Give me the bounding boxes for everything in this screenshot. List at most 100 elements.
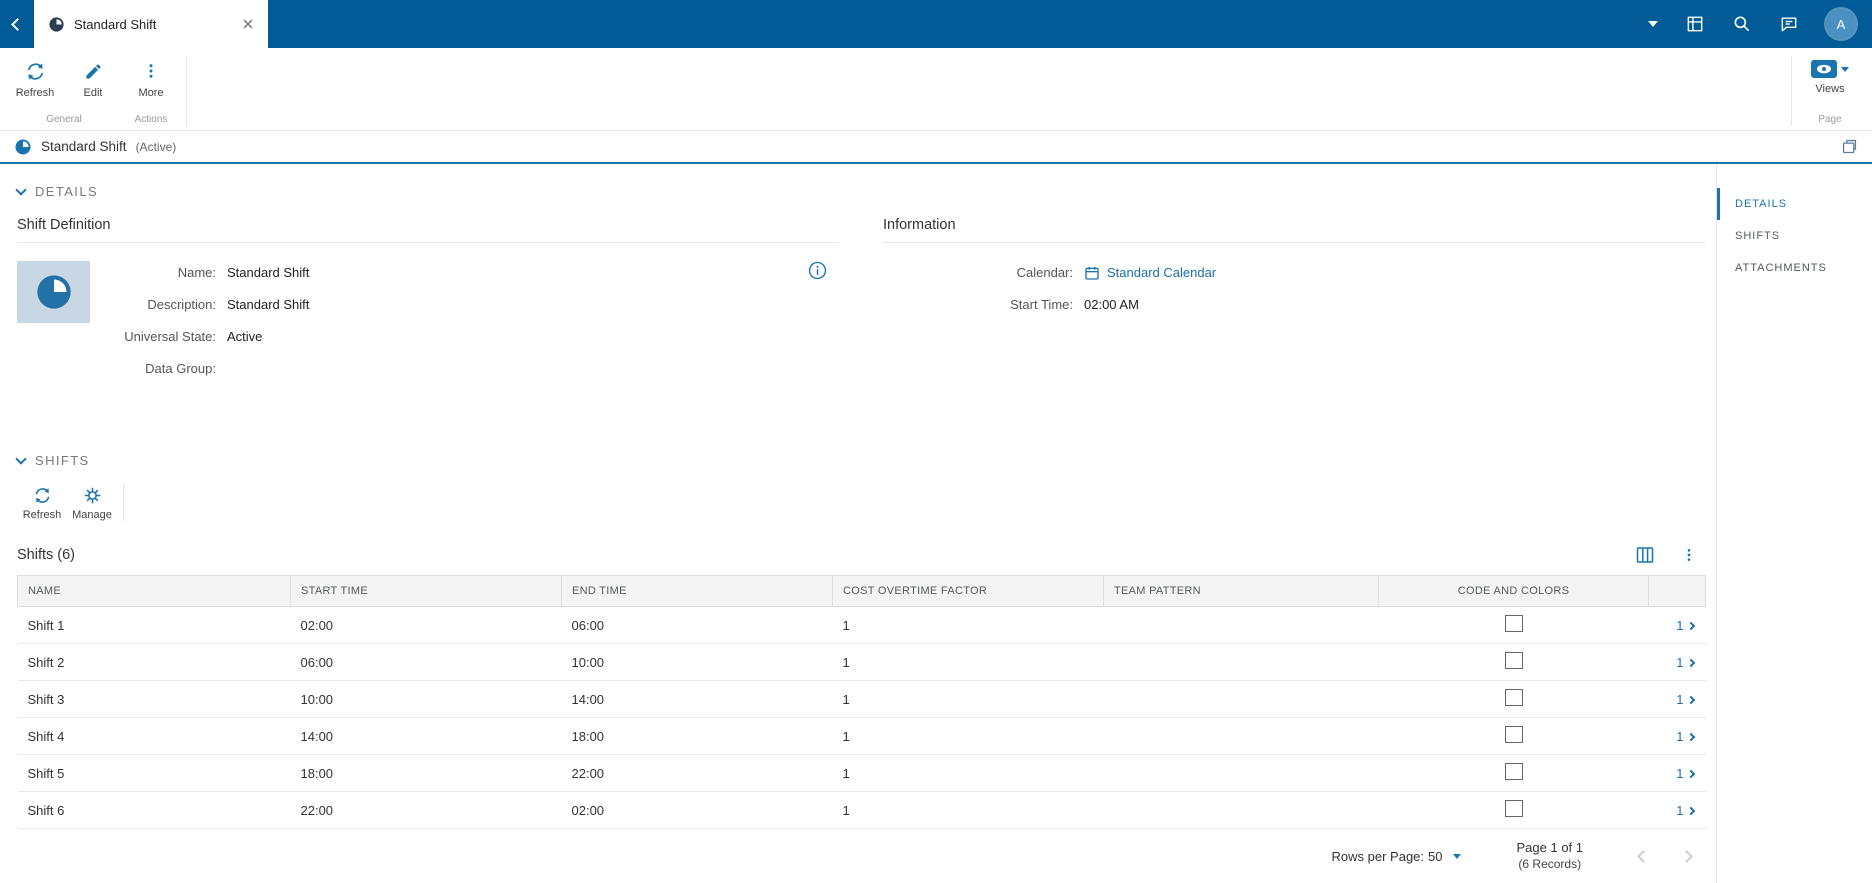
avatar[interactable]: A — [1826, 9, 1856, 39]
column-header-actions — [1649, 576, 1706, 607]
rows-per-page-label: Rows per Page: — [1332, 849, 1425, 864]
refresh-button[interactable]: Refresh — [6, 54, 64, 111]
ribbon-group-page: Views Page — [1798, 54, 1862, 130]
shifts-toolbar: Refresh Manage — [17, 484, 1706, 521]
cell-start-time: 02:00 — [291, 607, 562, 644]
details-section-header[interactable]: DETAILS — [17, 184, 1706, 199]
back-button[interactable] — [0, 0, 34, 48]
cell-name: Shift 2 — [18, 644, 291, 681]
apps-icon[interactable] — [1685, 14, 1705, 34]
data-group-label: Data Group: — [116, 359, 216, 379]
column-header-start-time[interactable]: START TIME — [291, 576, 562, 607]
sidebar-item-details[interactable]: DETAILS — [1717, 188, 1872, 220]
eye-icon — [1811, 60, 1837, 78]
table-row: Shift 518:0022:0011 — [18, 755, 1706, 792]
shift-icon — [14, 138, 32, 156]
more-button[interactable]: More — [122, 54, 180, 111]
record-image — [17, 261, 90, 323]
records-info: (6 Records) — [1517, 856, 1584, 873]
chat-icon[interactable] — [1779, 14, 1799, 34]
chevron-right-icon — [1686, 769, 1694, 777]
row-open-link[interactable]: 1 — [1649, 644, 1706, 681]
shifts-section-title: SHIFTS — [35, 453, 90, 468]
cell-code-and-colors — [1379, 792, 1649, 829]
sidebar-item-attachments[interactable]: ATTACHMENTS — [1717, 252, 1872, 284]
prev-page-button[interactable] — [1637, 850, 1650, 863]
tab-standard-shift[interactable]: Standard Shift — [34, 0, 268, 48]
row-open-link[interactable]: 1 — [1649, 607, 1706, 644]
sidebar-item-shifts[interactable]: SHIFTS — [1717, 220, 1872, 252]
cell-end-time: 02:00 — [562, 792, 833, 829]
chevron-right-icon — [1686, 695, 1694, 703]
cell-code-and-colors — [1379, 681, 1649, 718]
cell-code-and-colors — [1379, 755, 1649, 792]
cell-team-pattern — [1104, 607, 1379, 644]
cell-code-and-colors — [1379, 718, 1649, 755]
next-page-button[interactable] — [1680, 850, 1693, 863]
name-label: Name: — [116, 263, 216, 283]
calendar-link[interactable]: Standard Calendar — [1107, 263, 1216, 283]
cell-cost-overtime-factor: 1 — [833, 755, 1104, 792]
cell-code-and-colors — [1379, 607, 1649, 644]
row-open-link[interactable]: 1 — [1649, 755, 1706, 792]
column-header-name[interactable]: NAME — [18, 576, 291, 607]
edit-button[interactable]: Edit — [64, 54, 122, 111]
shifts-refresh-label: Refresh — [23, 509, 62, 521]
info-icon[interactable] — [808, 261, 827, 283]
column-header-team-pattern[interactable]: TEAM PATTERN — [1104, 576, 1379, 607]
shifts-section-header[interactable]: SHIFTS — [17, 453, 1706, 468]
chevron-right-icon — [1686, 621, 1694, 629]
row-open-link[interactable]: 1 — [1649, 792, 1706, 829]
color-box[interactable] — [1505, 652, 1523, 669]
ribbon-separator — [1791, 56, 1792, 126]
views-button-label: Views — [1815, 83, 1844, 95]
ribbon-separator — [186, 56, 187, 126]
cell-team-pattern — [1104, 681, 1379, 718]
cell-cost-overtime-factor: 1 — [833, 607, 1104, 644]
shifts-table: NAME START TIME END TIME COST OVERTIME F… — [17, 575, 1706, 829]
row-open-link[interactable]: 1 — [1649, 718, 1706, 755]
column-header-end-time[interactable]: END TIME — [562, 576, 833, 607]
cell-team-pattern — [1104, 644, 1379, 681]
start-time-label: Start Time: — [883, 295, 1073, 315]
manage-button[interactable]: Manage — [67, 484, 117, 521]
chevron-left-icon — [11, 18, 24, 31]
color-box[interactable] — [1505, 726, 1523, 743]
ribbon-group-caption-page: Page — [1798, 111, 1862, 130]
cell-team-pattern — [1104, 718, 1379, 755]
chevron-right-icon — [1686, 806, 1694, 814]
calendar-icon — [1084, 265, 1100, 281]
shift-icon — [48, 16, 65, 33]
search-icon[interactable] — [1732, 14, 1752, 34]
cell-start-time: 10:00 — [291, 681, 562, 718]
main-panel: DETAILS Shift Definition Name: Standard … — [0, 164, 1716, 883]
chevron-down-icon[interactable] — [1648, 21, 1658, 27]
color-box[interactable] — [1505, 800, 1523, 817]
more-button-label: More — [138, 87, 163, 99]
restore-icon[interactable] — [1841, 138, 1858, 155]
close-icon[interactable] — [242, 18, 254, 30]
chevron-down-icon — [1453, 854, 1461, 859]
table-more-icon[interactable] — [1681, 547, 1697, 563]
toolbar-separator — [123, 484, 124, 521]
column-header-code-and-colors[interactable]: CODE AND COLORS — [1379, 576, 1649, 607]
cell-cost-overtime-factor: 1 — [833, 792, 1104, 829]
calendar-label: Calendar: — [883, 263, 1073, 283]
column-header-cost-overtime-factor[interactable]: COST OVERTIME FACTOR — [833, 576, 1104, 607]
views-button[interactable]: Views — [1798, 54, 1862, 111]
cell-code-and-colors — [1379, 644, 1649, 681]
table-row: Shift 310:0014:0011 — [18, 681, 1706, 718]
cell-name: Shift 3 — [18, 681, 291, 718]
shift-definition-group: Shift Definition Name: Standard Shift De… — [17, 217, 839, 379]
color-box[interactable] — [1505, 689, 1523, 706]
shifts-refresh-button[interactable]: Refresh — [17, 484, 67, 521]
cell-end-time: 06:00 — [562, 607, 833, 644]
column-chooser-icon[interactable] — [1635, 545, 1655, 565]
rows-per-page-select[interactable]: Rows per Page: 50 — [1332, 849, 1461, 864]
color-box[interactable] — [1505, 763, 1523, 780]
color-box[interactable] — [1505, 615, 1523, 632]
row-open-link[interactable]: 1 — [1649, 681, 1706, 718]
ribbon-group-actions: More Actions — [122, 54, 180, 130]
description-label: Description: — [116, 295, 216, 315]
name-value: Standard Shift — [227, 263, 309, 283]
